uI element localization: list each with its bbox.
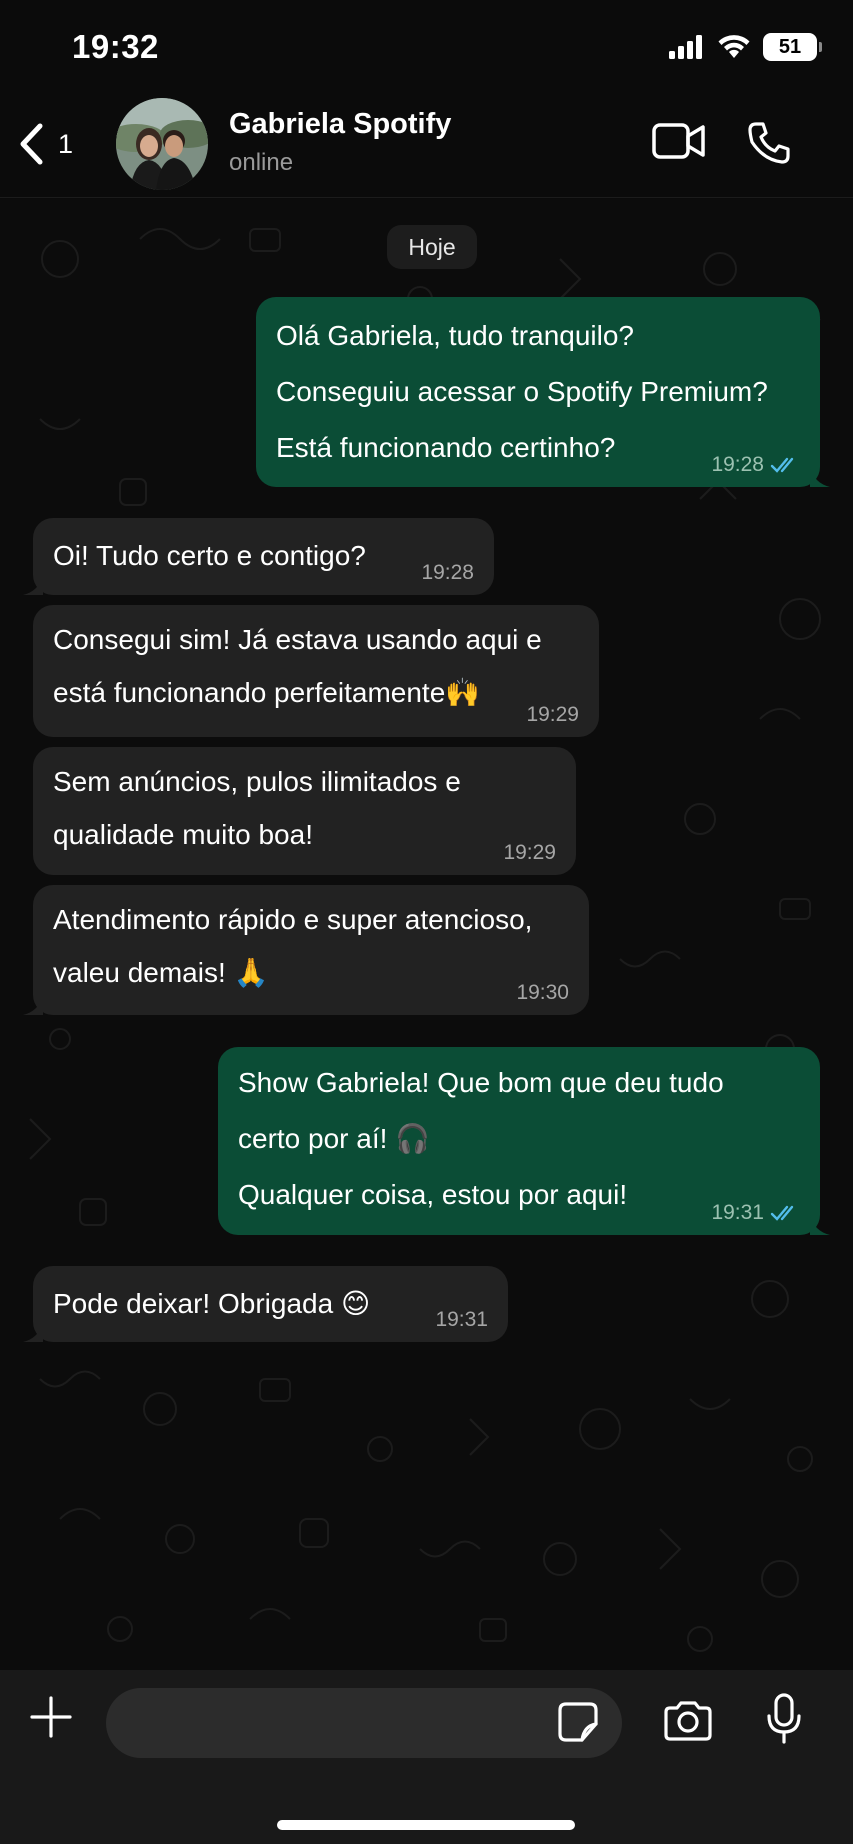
message-outgoing[interactable]: Olá Gabriela, tudo tranquilo? Conseguiu …	[256, 297, 830, 487]
message-time: 19:29	[503, 841, 556, 864]
composer-bar	[0, 1670, 853, 1844]
message-incoming[interactable]: Sem anúncios, pulos ilimitados e qualida…	[33, 747, 576, 875]
message-time: 19:30	[516, 981, 569, 1004]
avatar[interactable]	[116, 98, 208, 190]
camera-button[interactable]	[662, 1700, 714, 1747]
message-meta: 19:28	[711, 453, 800, 477]
double-check-icon	[770, 457, 794, 473]
message-text: Consegui sim! Já estava usando aqui e	[53, 624, 542, 655]
message-meta: 19:31	[711, 1201, 800, 1225]
bubble-tail	[810, 1215, 830, 1235]
message-time: 19:28	[711, 453, 764, 476]
contact-name: Gabriela Spotify	[229, 108, 452, 140]
message-time: 19:29	[526, 703, 579, 726]
bubble-tail	[23, 1322, 43, 1342]
plus-icon	[30, 1696, 72, 1738]
signal-icon	[669, 35, 702, 59]
microphone-button[interactable]	[764, 1692, 804, 1751]
message-incoming[interactable]: Oi! Tudo certo e contigo? 19:28	[23, 518, 494, 595]
message-text: Oi! Tudo certo e contigo?	[53, 540, 366, 571]
message-text: Atendimento rápido e super atencioso,	[53, 904, 533, 935]
microphone-icon	[767, 1693, 801, 1744]
back-chevron-icon	[20, 123, 43, 165]
back-button[interactable]: 1	[18, 116, 73, 172]
status-time: 19:32	[72, 28, 159, 65]
message-time: 19:31	[711, 1201, 764, 1224]
voice-call-button[interactable]	[746, 120, 792, 171]
phone-icon	[748, 122, 790, 164]
message-time: 19:31	[435, 1308, 488, 1331]
home-indicator	[277, 1820, 575, 1830]
message-text: Pode deixar! Obrigada 😊	[53, 1288, 371, 1319]
message-incoming[interactable]: Atendimento rápido e super atencioso, va…	[23, 885, 589, 1015]
unread-count: 1	[58, 128, 74, 159]
message-input[interactable]	[106, 1688, 622, 1758]
message-meta: 19:30	[516, 981, 569, 1005]
message-text: Olá Gabriela, tudo tranquilo?	[276, 320, 634, 351]
message-text: Sem anúncios, pulos ilimitados e	[53, 766, 461, 797]
sticker-button[interactable]	[556, 1700, 600, 1749]
message-text: certo por aí! 🎧	[238, 1123, 431, 1154]
bubble-tail	[23, 995, 43, 1015]
double-check-icon	[770, 1205, 794, 1221]
wifi-icon	[718, 35, 750, 58]
message-time: 19:28	[421, 561, 474, 584]
message-outgoing[interactable]: Show Gabriela! Que bom que deu tudo cert…	[218, 1047, 830, 1235]
message-text: Show Gabriela! Que bom que deu tudo	[238, 1067, 724, 1098]
battery-icon: 51	[763, 33, 822, 61]
message-text: Conseguiu acessar o Spotify Premium?	[276, 376, 768, 407]
video-call-button[interactable]	[652, 122, 706, 165]
message-text: valeu demais! 🙏	[53, 957, 269, 988]
message-meta: 19:29	[503, 841, 556, 865]
message-meta: 19:29	[526, 703, 579, 727]
message-meta: 19:28	[421, 561, 474, 585]
status-bar: 19:32 51	[0, 0, 853, 92]
message-incoming[interactable]: Pode deixar! Obrigada 😊 19:31	[23, 1266, 508, 1342]
date-separator: Hoje	[387, 225, 477, 269]
status-icons: 51	[669, 32, 822, 62]
attach-button[interactable]	[28, 1694, 74, 1745]
camera-icon	[664, 1701, 712, 1741]
bubble-tail	[23, 575, 43, 595]
video-camera-icon	[652, 123, 705, 159]
bubble-tail	[810, 467, 830, 487]
chat-header: 1 Gabriela Spotify online	[0, 92, 853, 198]
chat-area[interactable]: Hoje Olá Gabriela, tudo tranquilo? Conse…	[0, 199, 853, 1670]
battery-level: 51	[778, 35, 802, 58]
contact-status: online	[229, 149, 294, 176]
message-incoming[interactable]: Consegui sim! Já estava usando aqui e es…	[33, 605, 599, 737]
message-meta: 19:31	[435, 1308, 488, 1332]
message-text: qualidade muito boa!	[53, 819, 313, 850]
message-text: está funcionando perfeitamente🙌	[53, 677, 481, 708]
contact-info[interactable]: Gabriela Spotify online	[229, 108, 451, 177]
sticker-icon	[558, 1702, 598, 1742]
